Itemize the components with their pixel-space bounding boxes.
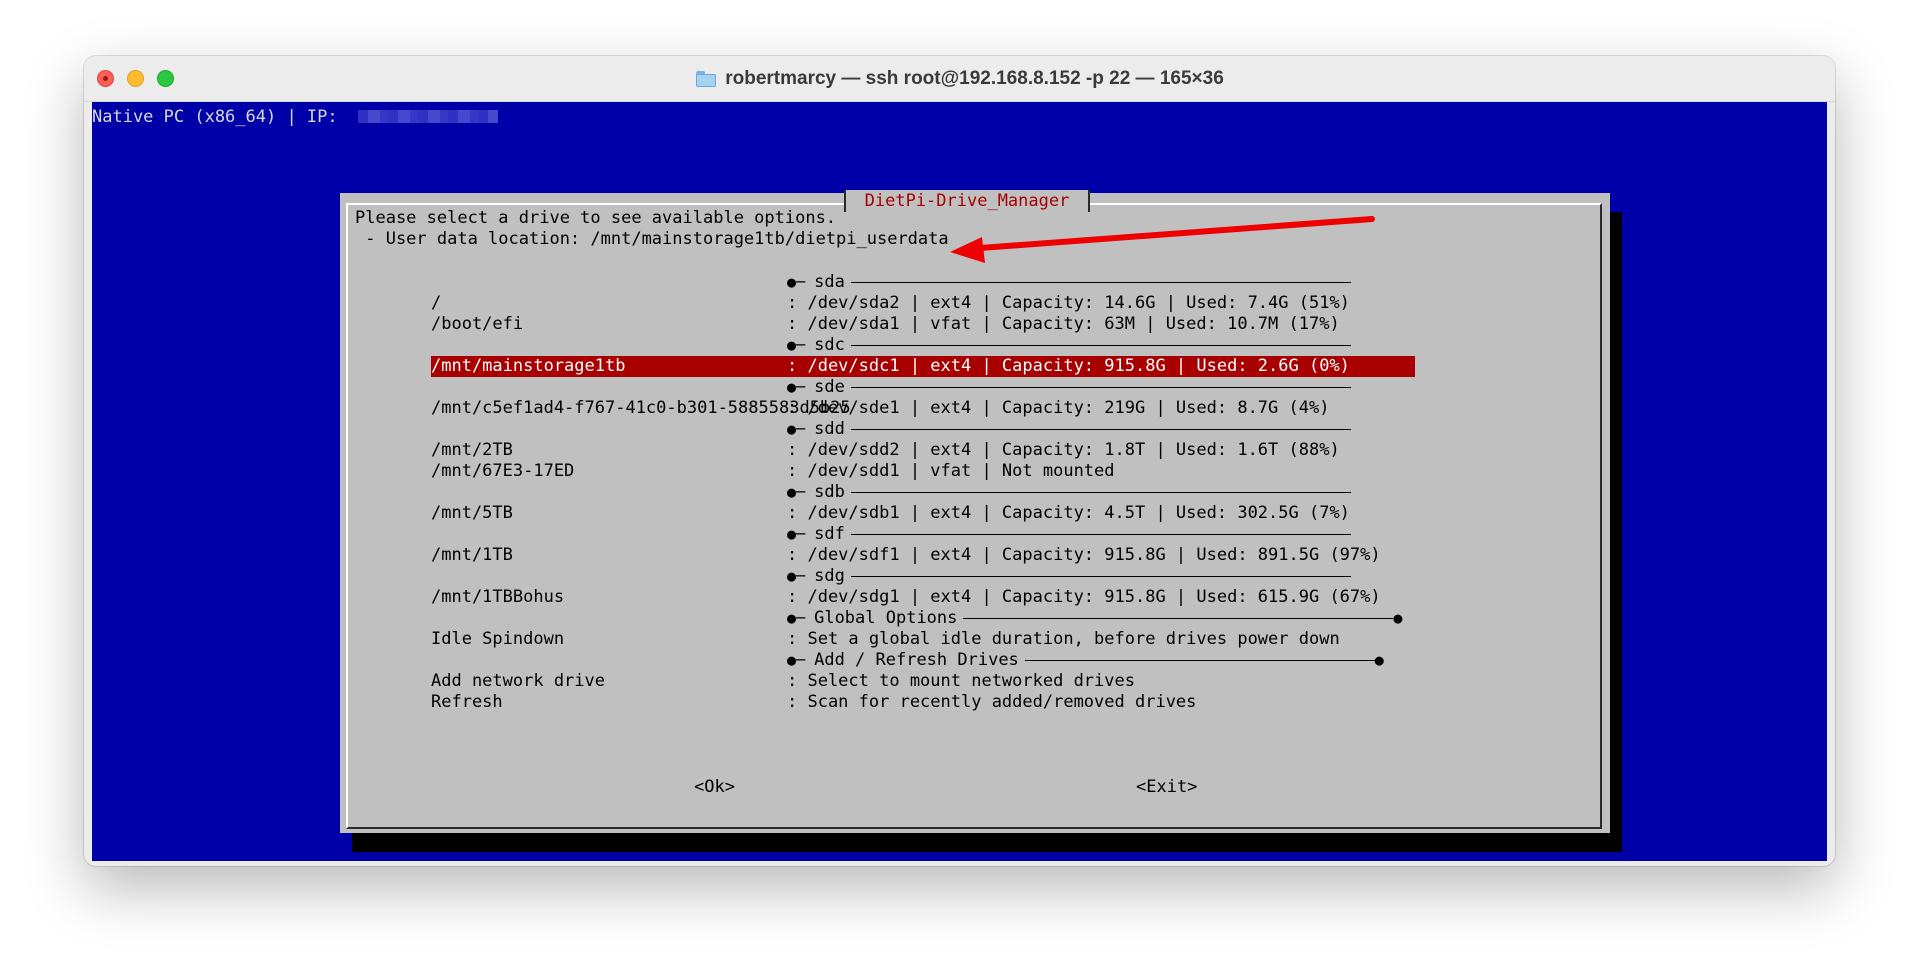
group-rule bbox=[850, 281, 1351, 283]
group-header: ●─ sdg bbox=[787, 566, 1351, 587]
group-rule bbox=[850, 491, 1351, 493]
folder-icon bbox=[695, 70, 717, 88]
group-bullet-icon: ●─ bbox=[787, 609, 815, 627]
mount-point: /mnt/5TB bbox=[431, 503, 513, 523]
group-bullet-icon: ●─ bbox=[787, 336, 815, 354]
group-label: sdd bbox=[814, 419, 845, 439]
group-header: ●─ sdc bbox=[787, 335, 1351, 356]
drive-row-selected[interactable]: /mnt/mainstorage1tb : /dev/sdc1 | ext4 | … bbox=[431, 356, 1415, 377]
group-header: ●─ sdf bbox=[787, 524, 1351, 545]
drive-info: : /dev/sdd2 | ext4 | Capacity: 1.8T | Us… bbox=[787, 440, 1340, 460]
group-end-bullet-icon: ● bbox=[1393, 609, 1403, 627]
group-label: sdc bbox=[814, 335, 845, 355]
group-header: ●─ Add / Refresh Drives ● bbox=[787, 650, 1384, 671]
redacted-ip bbox=[358, 110, 498, 123]
mount-point: / bbox=[431, 293, 442, 313]
group-bullet-icon: ●─ bbox=[787, 378, 815, 396]
group-header: ●─ Global Options ● bbox=[787, 608, 1402, 629]
drive-info: : /dev/sdb1 | ext4 | Capacity: 4.5T | Us… bbox=[787, 503, 1350, 523]
group-bullet-icon: ●─ bbox=[787, 273, 815, 291]
drive-info: : /dev/sdg1 | ext4 | Capacity: 915.8G | … bbox=[787, 587, 1381, 607]
group-label: sde bbox=[814, 377, 845, 397]
drive-info: : /dev/sda2 | ext4 | Capacity: 14.6G | U… bbox=[787, 293, 1350, 313]
group-bullet-icon: ●─ bbox=[787, 525, 815, 543]
mount-point: /mnt/mainstorage1tb bbox=[431, 356, 626, 376]
drive-info: : Set a global idle duration, before dri… bbox=[787, 629, 1340, 649]
group-bullet-icon: ●─ bbox=[787, 420, 815, 438]
user-data-location: - User data location: /mnt/mainstorage1t… bbox=[355, 229, 949, 249]
group-bullet-icon: ●─ bbox=[787, 483, 815, 501]
group-rule bbox=[850, 533, 1351, 535]
group-rule bbox=[850, 386, 1351, 388]
title-bar: robertmarcy — ssh root@192.168.8.152 -p … bbox=[84, 56, 1835, 102]
drive-info: : /dev/sdc1 | ext4 | Capacity: 915.8G | … bbox=[787, 356, 1350, 376]
group-rule bbox=[850, 428, 1351, 430]
window-title-area: robertmarcy — ssh root@192.168.8.152 -p … bbox=[84, 56, 1835, 101]
ok-button[interactable]: <Ok> bbox=[694, 777, 735, 798]
dialog-title: DietPi-Drive_Manager bbox=[844, 190, 1090, 212]
group-bullet-icon: ●─ bbox=[787, 567, 815, 585]
drive-info: : /dev/sdd1 | vfat | Not mounted bbox=[787, 461, 1115, 481]
group-label: sdg bbox=[814, 566, 845, 586]
mount-point: Add network drive bbox=[431, 671, 605, 691]
group-header: ●─ sdd bbox=[787, 419, 1351, 440]
dialog-prompt: Please select a drive to see available o… bbox=[355, 208, 837, 228]
mount-point: Refresh bbox=[431, 692, 503, 712]
group-label: sda bbox=[814, 272, 845, 292]
group-label: sdf bbox=[814, 524, 845, 544]
exit-button[interactable]: <Exit> bbox=[1136, 777, 1197, 798]
window-title: robertmarcy — ssh root@192.168.8.152 -p … bbox=[725, 67, 1224, 89]
drive-info: : /dev/sde1 | ext4 | Capacity: 219G | Us… bbox=[787, 398, 1330, 418]
mount-point: /mnt/67E3-17ED bbox=[431, 461, 575, 481]
group-bullet-icon: ●─ bbox=[787, 651, 815, 669]
group-end-bullet-icon: ● bbox=[1374, 651, 1384, 669]
group-label: Add / Refresh Drives bbox=[814, 650, 1019, 670]
group-header: ●─ sda bbox=[787, 272, 1351, 293]
mount-point: /mnt/2TB bbox=[431, 440, 513, 460]
drive-info: : /dev/sda1 | vfat | Capacity: 63M | Use… bbox=[787, 314, 1340, 334]
group-header: ●─ sde bbox=[787, 377, 1351, 398]
group-rule bbox=[1024, 659, 1375, 661]
group-label: Global Options bbox=[814, 608, 958, 628]
group-header: ●─ sdb bbox=[787, 482, 1351, 503]
drive-manager-dialog: DietPi-Drive_Manager Please select a dri… bbox=[340, 190, 1610, 833]
terminal-content[interactable]: Native PC (x86_64) | IP: DietPi-Drive_Ma… bbox=[92, 102, 1827, 861]
mount-point: /mnt/1TB bbox=[431, 545, 513, 565]
drive-info: : /dev/sdf1 | ext4 | Capacity: 915.8G | … bbox=[787, 545, 1381, 565]
terminal-window: robertmarcy — ssh root@192.168.8.152 -p … bbox=[84, 56, 1835, 866]
status-line: Native PC (x86_64) | IP: bbox=[92, 107, 338, 127]
drive-info: : Scan for recently added/removed drives bbox=[787, 692, 1197, 712]
group-rule bbox=[850, 575, 1351, 577]
group-label: sdb bbox=[814, 482, 845, 502]
drive-info: : Select to mount networked drives bbox=[787, 671, 1135, 691]
mount-point: /boot/efi bbox=[431, 314, 524, 334]
group-rule bbox=[963, 617, 1394, 619]
mount-point: Idle Spindown bbox=[431, 629, 565, 649]
group-rule bbox=[850, 344, 1351, 346]
mount-point: /mnt/1TBBohus bbox=[431, 587, 565, 607]
